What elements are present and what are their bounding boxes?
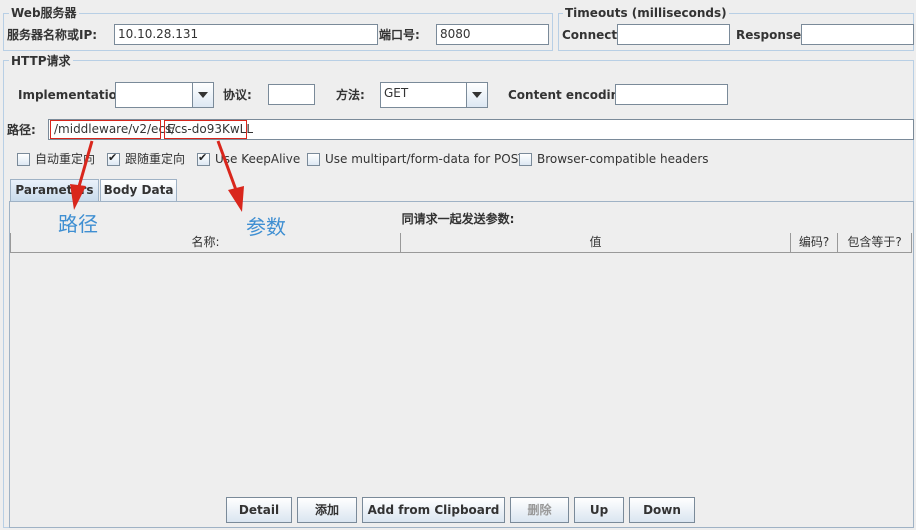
- param-arrow-head: [228, 186, 244, 212]
- path-arrow-line: [76, 140, 94, 191]
- param-arrow-line: [216, 140, 238, 191]
- param-annotation: 参数: [246, 215, 286, 239]
- annotation-arrows: [70, 140, 244, 212]
- path-arrow-head: [70, 184, 86, 210]
- path-annotation: 路径: [58, 212, 98, 236]
